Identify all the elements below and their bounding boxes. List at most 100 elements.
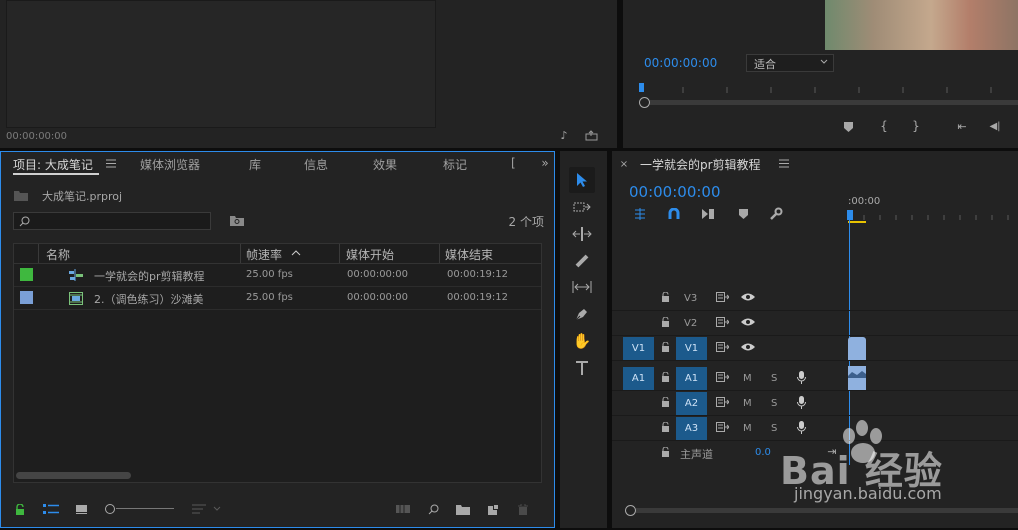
lock-icon[interactable] [659,291,671,303]
snap-icon[interactable] [666,206,682,221]
trash-icon[interactable] [516,502,530,516]
new-item-icon[interactable] [486,502,500,516]
mark-in-icon[interactable]: { [878,119,890,133]
list-item[interactable]: 2.（调色练习）沙滩美 25.00 fps 00:00:00:00 00:00:… [14,287,541,310]
sync-lock-icon[interactable] [714,396,730,408]
zoom-slider-knob[interactable] [105,504,115,514]
add-marker-icon[interactable] [841,120,855,134]
track-label[interactable]: V3 [684,293,697,304]
column-media-start[interactable]: 媒体开始 [346,246,394,263]
label-color-swatch[interactable] [20,268,33,281]
tab-media-browser[interactable]: 媒体浏览器 [140,156,200,173]
go-to-in-icon[interactable]: ⇤ [954,119,970,133]
sync-lock-icon[interactable] [714,291,730,303]
audio-clip[interactable] [848,366,866,390]
audio-only-icon[interactable]: ♪ [556,128,572,142]
find-in-bin-icon[interactable] [229,213,245,227]
lock-icon[interactable] [659,421,671,433]
lock-icon[interactable] [659,371,671,383]
sync-lock-icon[interactable] [714,341,730,353]
track-target-a2[interactable]: A2 [676,392,707,415]
pen-tool-icon[interactable] [571,304,593,324]
column-name[interactable]: 名称 [46,246,70,263]
find-icon[interactable] [426,502,440,516]
razor-tool-icon[interactable] [571,251,593,271]
lock-icon[interactable] [659,316,671,328]
program-scroll-handle[interactable] [639,97,650,108]
tab-overflow[interactable]: [ [511,156,516,170]
linked-selection-icon[interactable] [700,206,716,221]
tab-project[interactable]: 项目: 大成笔记 [13,156,93,173]
solo-button[interactable]: S [771,373,777,384]
mute-button[interactable]: M [743,373,752,384]
tab-markers[interactable]: 标记 [443,156,467,173]
list-item[interactable]: 一学就会的pr剪辑教程 25.00 fps 00:00:00:00 00:00:… [14,264,541,287]
zoom-slider[interactable] [105,503,175,515]
expand-tabs-icon[interactable]: » [538,156,552,170]
playhead-handle[interactable] [847,210,853,220]
video-clip[interactable] [848,337,866,360]
list-view-icon[interactable] [42,502,60,516]
add-marker-icon[interactable] [736,206,750,221]
close-icon[interactable]: × [619,158,629,170]
tab-effects[interactable]: 效果 [373,156,397,173]
icon-view-icon[interactable] [73,502,89,516]
eye-icon[interactable] [740,316,756,328]
sort-icons-icon[interactable] [190,502,224,516]
sync-lock-icon[interactable] [714,316,730,328]
hand-tool-icon[interactable]: ✋ [571,331,593,351]
export-frame-icon[interactable] [583,128,599,142]
mute-button[interactable]: M [743,423,752,434]
automate-to-sequence-icon[interactable] [395,502,411,516]
lock-icon[interactable] [659,446,671,458]
new-bin-icon[interactable] [455,502,471,516]
tab-libraries[interactable]: 库 [249,156,261,173]
program-scroll-track[interactable] [650,100,1018,105]
eye-icon[interactable] [740,341,756,353]
label-color-swatch[interactable] [20,291,33,304]
type-tool-icon[interactable] [571,358,593,378]
selection-tool-icon[interactable] [569,167,595,193]
search-input[interactable] [13,212,211,230]
mark-out-icon[interactable]: } [910,119,922,133]
timeline-timecode[interactable]: 00:00:00:00 [629,183,721,201]
column-media-end[interactable]: 媒体结束 [445,246,493,263]
sync-lock-icon[interactable] [714,421,730,433]
hamburger-menu-icon[interactable] [778,157,790,169]
mute-button[interactable]: M [743,398,752,409]
sequence-tab[interactable]: 一学就会的pr剪辑教程 [640,156,761,173]
timeline-scroll-track[interactable] [636,508,1018,513]
watermark-url: jingyan.baidu.com [794,484,942,503]
microphone-icon[interactable] [795,420,807,435]
hamburger-menu-icon[interactable] [105,157,117,169]
nest-sequence-icon[interactable] [632,206,648,221]
horizontal-scrollbar[interactable] [16,472,131,479]
track-select-tool-icon[interactable] [571,197,593,217]
step-back-icon[interactable]: ◀| [987,119,1003,133]
track-target-a3[interactable]: A3 [676,417,707,440]
microphone-icon[interactable] [795,395,807,410]
track-target-a1[interactable]: A1 [676,367,707,390]
track-label[interactable]: V2 [684,318,697,329]
slip-tool-icon[interactable] [571,277,593,297]
ripple-edit-tool-icon[interactable] [571,224,593,244]
sort-ascending-icon[interactable] [290,248,302,258]
lock-icon[interactable] [659,396,671,408]
column-framerate[interactable]: 帧速率 [246,246,282,263]
lock-icon[interactable] [13,502,27,516]
solo-button[interactable]: S [771,398,777,409]
microphone-icon[interactable] [795,370,807,385]
eye-icon[interactable] [740,291,756,303]
lock-icon[interactable] [659,341,671,353]
wrench-icon[interactable] [768,206,784,221]
fit-select[interactable]: 适合 [746,54,834,72]
track-target-v1[interactable]: V1 [676,337,707,360]
source-patch-v1[interactable]: V1 [623,337,654,360]
master-volume-value[interactable]: 0.0 [755,447,771,458]
tab-info[interactable]: 信息 [304,156,328,173]
sync-lock-icon[interactable] [714,371,730,383]
program-timecode[interactable]: 00:00:00:00 [644,56,717,70]
source-patch-a1[interactable]: A1 [623,367,654,390]
timeline-scroll-handle[interactable] [625,505,636,516]
solo-button[interactable]: S [771,423,777,434]
